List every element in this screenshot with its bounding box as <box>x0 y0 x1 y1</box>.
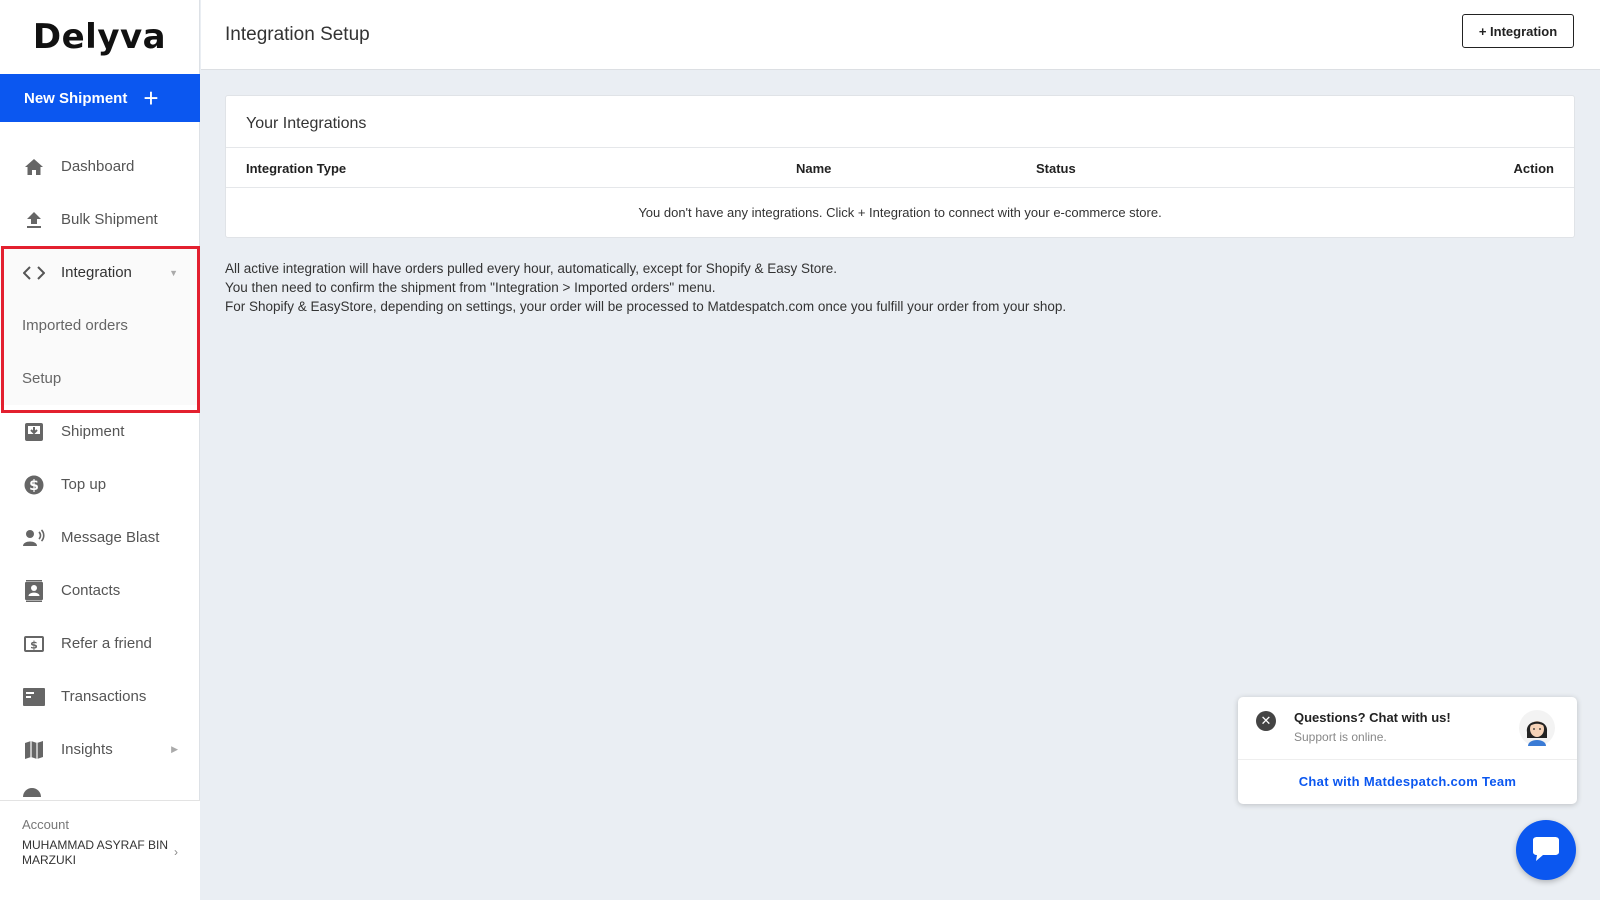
card-icon <box>22 685 46 709</box>
upload-icon <box>22 208 46 232</box>
sidebar: Delyva New Shipment + Dashboard Bulk Shi… <box>0 0 200 900</box>
integration-info: All active integration will have orders … <box>225 259 1066 316</box>
chat-status: Support is online. <box>1294 730 1387 744</box>
empty-message: You don't have any integrations. Click +… <box>638 205 1162 220</box>
inbox-icon <box>22 420 46 444</box>
sidebar-item-integration[interactable]: Integration ▼ <box>0 246 200 299</box>
chat-bubble-icon[interactable] <box>1516 820 1576 880</box>
sidebar-item-shipment[interactable]: Shipment <box>0 405 200 458</box>
column-integration-type: Integration Type <box>246 161 347 176</box>
page-title: Integration Setup <box>225 24 370 45</box>
sidebar-item-dashboard[interactable]: Dashboard <box>0 140 200 193</box>
column-action: Action <box>1513 161 1554 176</box>
account-section[interactable]: Account MUHAMMAD ASYRAF BIN MARZUKI › <box>0 800 200 900</box>
card-title: Your Integrations <box>226 96 1574 148</box>
add-integration-button[interactable]: + Integration <box>1462 14 1574 48</box>
sidebar-item-label: Dashboard <box>61 158 135 175</box>
logo[interactable]: Delyva <box>0 0 199 73</box>
integration-group: Integration ▼ Imported orders Setup <box>0 246 200 405</box>
caret-right-icon: ▶ <box>171 744 178 754</box>
home-icon <box>22 155 46 179</box>
new-shipment-label: New Shipment <box>24 89 128 107</box>
table-header: Integration Type Name Status Action <box>226 148 1574 188</box>
contacts-icon <box>22 579 46 603</box>
account-name: MUHAMMAD ASYRAF BIN MARZUKI <box>22 838 169 867</box>
sidebar-item-label: Bulk Shipment <box>61 211 158 228</box>
plus-icon: + <box>143 83 159 113</box>
caret-down-icon: ▼ <box>169 267 178 278</box>
chat-question: Questions? Chat with us! <box>1294 710 1451 725</box>
dollar-icon: $ <box>22 473 46 497</box>
close-icon[interactable]: ✕ <box>1256 711 1276 731</box>
svg-text:$: $ <box>29 478 39 494</box>
money-icon: $ <box>22 632 46 656</box>
sidebar-item-label: Top up <box>61 476 107 493</box>
sidebar-item-contacts[interactable]: Contacts <box>0 564 200 617</box>
code-icon <box>22 261 46 285</box>
sidebar-item-bulk-shipment[interactable]: Bulk Shipment <box>0 193 200 246</box>
support-avatar <box>1519 710 1555 746</box>
sidebar-subitem-imported-orders[interactable]: Imported orders <box>0 299 200 352</box>
sidebar-item-refer-a-friend[interactable]: $ Refer a friend <box>0 617 200 670</box>
sidebar-item-transactions[interactable]: Transactions <box>0 670 200 723</box>
sidebar-item-label: Contacts <box>61 582 121 599</box>
sidebar-item-label: Refer a friend <box>61 635 152 652</box>
info-line: You then need to confirm the shipment fr… <box>225 280 716 295</box>
profile-item-peek <box>22 787 172 797</box>
sidebar-subitem-setup[interactable]: Setup <box>0 352 200 405</box>
sidebar-item-label: Integration <box>61 264 132 281</box>
sidebar-item-top-up[interactable]: $ Top up <box>0 458 200 511</box>
chevron-right-icon: › <box>174 845 178 859</box>
chat-with-team-link[interactable]: Chat with Matdespatch.com Team <box>1238 759 1577 804</box>
info-line: All active integration will have orders … <box>225 261 838 276</box>
sidebar-item-label: Insights <box>61 741 113 758</box>
column-name: Name <box>796 161 832 176</box>
sidebar-item-insights[interactable]: Insights ▶ <box>0 723 200 776</box>
info-line: For Shopify & EasyStore, depending on se… <box>225 299 1067 314</box>
broadcast-icon <box>22 526 46 550</box>
column-status: Status <box>1036 161 1076 176</box>
svg-text:$: $ <box>30 638 38 651</box>
new-shipment-button[interactable]: New Shipment + <box>0 74 200 122</box>
sidebar-item-label: Transactions <box>61 688 147 705</box>
integrations-card: Your Integrations Integration Type Name … <box>225 95 1575 238</box>
sidebar-item-label: Shipment <box>61 423 125 440</box>
map-icon <box>22 738 46 762</box>
sidebar-nav: Dashboard Bulk Shipment Integration ▼ Im… <box>0 140 200 776</box>
sidebar-item-label: Message Blast <box>61 529 160 546</box>
sidebar-item-message-blast[interactable]: Message Blast <box>0 511 200 564</box>
account-label: Account <box>22 817 69 832</box>
chat-popup: ✕ Questions? Chat with us! Support is on… <box>1238 697 1577 804</box>
top-header: Integration Setup + Integration <box>201 0 1600 70</box>
